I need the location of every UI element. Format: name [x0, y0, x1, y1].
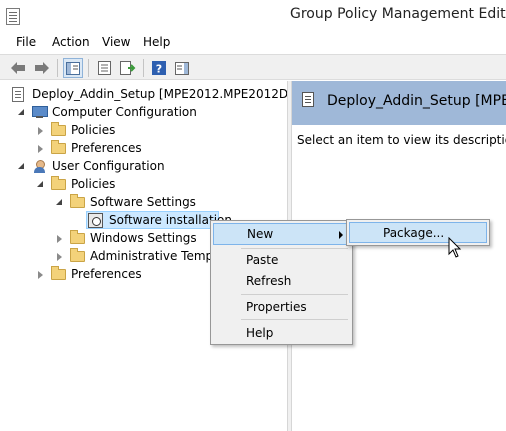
mouse-cursor-icon: [448, 237, 462, 258]
menu-file[interactable]: File: [16, 35, 36, 49]
tree-user-configuration[interactable]: User Configuration: [0, 158, 287, 176]
tree-uc-policies[interactable]: Policies: [0, 176, 287, 194]
action-pane-icon[interactable]: [172, 58, 192, 78]
folder-icon: [70, 248, 85, 262]
collapsed-arrow-icon[interactable]: [57, 253, 62, 261]
menu-item-label: Package...: [383, 226, 445, 240]
tree-label: Policies: [71, 177, 116, 191]
collapsed-arrow-icon[interactable]: [38, 271, 43, 279]
collapsed-arrow-icon[interactable]: [38, 145, 43, 153]
folder-icon: [51, 140, 66, 154]
expanded-arrow-icon[interactable]: [37, 181, 43, 187]
menu-help[interactable]: Help: [143, 35, 170, 49]
menu-item-help[interactable]: Help: [213, 323, 350, 345]
computer-icon: [32, 106, 48, 118]
folder-icon: [51, 266, 66, 280]
menu-item-properties[interactable]: Properties: [213, 297, 350, 319]
tree-cc-policies[interactable]: Policies: [0, 122, 287, 140]
tree-label: Preferences: [71, 267, 142, 281]
folder-icon: [51, 122, 66, 136]
tree-software-settings[interactable]: Software Settings: [0, 194, 287, 212]
back-arrow-icon[interactable]: [8, 58, 28, 78]
tree-root[interactable]: Deploy_Addin_Setup [MPE2012.MPE2012DC.LO: [0, 86, 287, 104]
properties-icon[interactable]: [94, 58, 114, 78]
menu-item-refresh[interactable]: Refresh: [213, 271, 350, 293]
forward-arrow-icon[interactable]: [32, 58, 52, 78]
user-icon: [32, 160, 48, 174]
software-installation-icon: [88, 213, 103, 228]
submenu-new: Package...: [346, 219, 490, 246]
show-hide-console-tree-icon[interactable]: [63, 58, 83, 78]
menu-view[interactable]: View: [102, 35, 130, 49]
expanded-arrow-icon[interactable]: [18, 163, 24, 169]
tree-label: Policies: [71, 123, 116, 137]
menu-item-label: Help: [246, 326, 274, 340]
tree-label: User Configuration: [52, 159, 165, 173]
menu-item-label: Refresh: [246, 274, 292, 288]
expanded-arrow-icon[interactable]: [56, 199, 62, 205]
tree-label: Computer Configuration: [52, 105, 197, 119]
toolbar: ?: [0, 54, 506, 80]
submenu-arrow-icon: [339, 231, 343, 239]
gpo-icon: [302, 92, 314, 107]
gpo-icon: [12, 87, 24, 102]
tree-cc-preferences[interactable]: Preferences: [0, 140, 287, 158]
menu-separator: [241, 294, 348, 295]
menu-bar: File Action View Help: [0, 32, 506, 54]
folder-icon: [51, 176, 66, 190]
menu-item-label: Paste: [246, 253, 279, 267]
folder-icon: [70, 230, 85, 244]
tree-label: Software Settings: [90, 195, 196, 209]
collapsed-arrow-icon[interactable]: [38, 127, 43, 135]
menu-separator: [241, 319, 348, 320]
folder-icon: [70, 194, 85, 208]
tree-computer-configuration[interactable]: Computer Configuration: [0, 104, 287, 122]
toolbar-separator: [57, 59, 58, 77]
title-bar: Group Policy Management Editor: [0, 0, 506, 32]
menu-item-label: Properties: [246, 300, 307, 314]
tree-label: Windows Settings: [90, 231, 197, 245]
details-header: Deploy_Addin_Setup [MPE2: [292, 81, 506, 125]
export-list-icon[interactable]: [118, 58, 138, 78]
document-icon: [6, 8, 20, 25]
svg-text:?: ?: [156, 63, 162, 76]
toolbar-separator: [143, 59, 144, 77]
menu-item-paste[interactable]: Paste: [213, 250, 350, 272]
menu-item-package[interactable]: Package...: [349, 222, 487, 243]
menu-item-label: New: [247, 227, 274, 241]
tree-root-label: Deploy_Addin_Setup [MPE2012.MPE2012DC.LO: [32, 87, 287, 101]
menu-item-new[interactable]: New: [213, 223, 350, 245]
tree-label: Preferences: [71, 141, 142, 155]
tree-label: Administrative Templa: [90, 249, 224, 263]
toolbar-separator: [88, 59, 89, 77]
details-header-title: Deploy_Addin_Setup [MPE2: [327, 93, 506, 109]
details-description: Select an item to view its description.: [297, 133, 506, 147]
context-menu: New Paste Refresh Properties Help: [210, 220, 353, 345]
expanded-arrow-icon[interactable]: [18, 109, 24, 115]
collapsed-arrow-icon[interactable]: [57, 235, 62, 243]
menu-separator: [241, 248, 348, 249]
help-icon[interactable]: ?: [149, 58, 169, 78]
menu-action[interactable]: Action: [52, 35, 90, 49]
window-title: Group Policy Management Editor: [290, 6, 506, 22]
